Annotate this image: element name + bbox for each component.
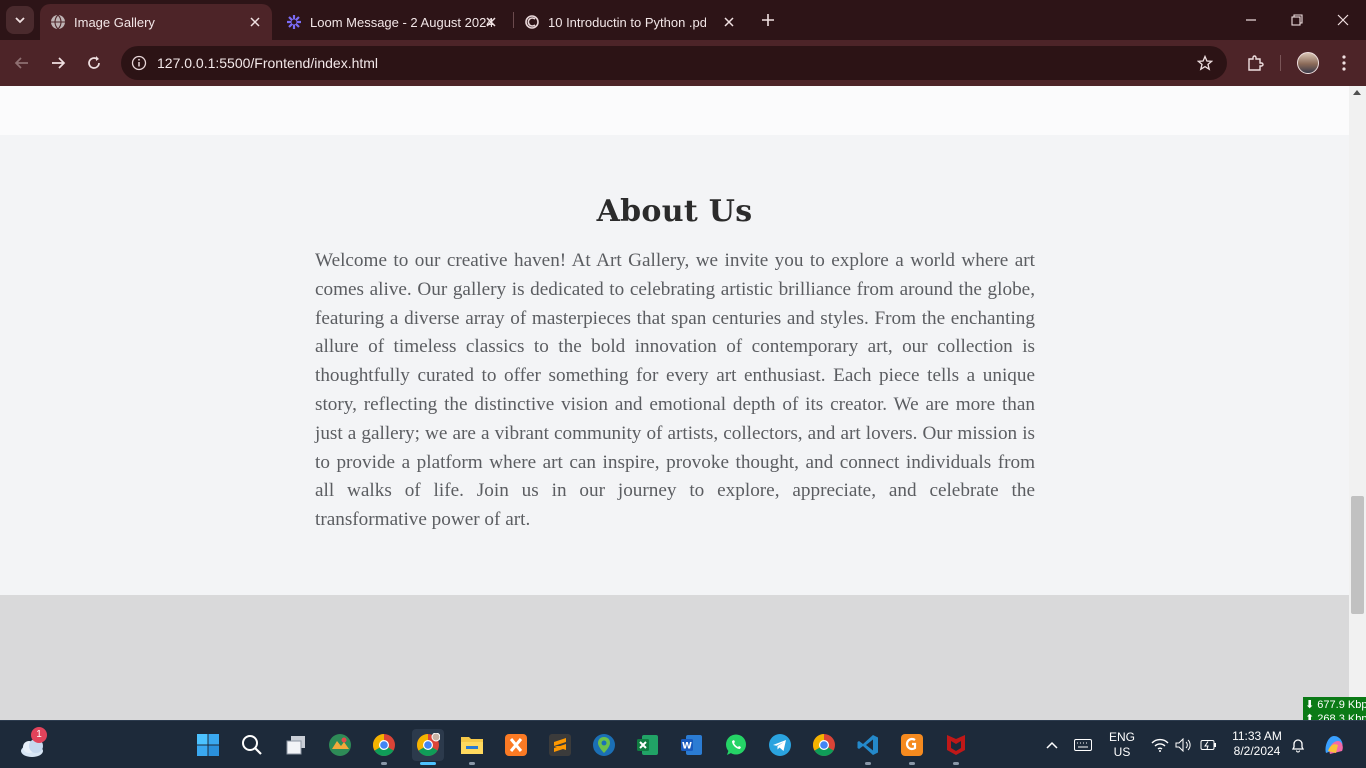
search-icon[interactable] [236, 729, 268, 761]
close-icon[interactable] [720, 13, 738, 31]
globe-icon [50, 14, 66, 30]
close-icon[interactable] [246, 13, 264, 31]
language-label: ENG [1108, 730, 1135, 744]
previous-section-band [0, 86, 1349, 135]
close-window-button[interactable] [1320, 0, 1366, 40]
url-text[interactable]: 127.0.0.1:5500/Frontend/index.html [157, 55, 378, 71]
mcafee-icon[interactable] [940, 729, 972, 765]
tab-title: Image Gallery [74, 14, 155, 30]
running-indicator [953, 762, 959, 765]
keyboard-icon[interactable] [1073, 735, 1093, 755]
file-explorer-icon[interactable] [456, 729, 488, 765]
wifi-icon[interactable] [1150, 735, 1170, 755]
windows-taskbar: W ENG US 11:33 AM 8/2/2024 [0, 720, 1366, 768]
reload-icon [88, 56, 100, 69]
clock[interactable]: 11:33 AM 8/2/2024 [1226, 729, 1288, 759]
chrome-icon[interactable] [808, 729, 840, 761]
tab-strip: Image Gallery Loom Message - 2 August 20… [0, 0, 1366, 40]
restore-icon [1291, 14, 1303, 26]
sublime-text-icon[interactable] [544, 729, 576, 761]
input-language[interactable]: ENG US [1106, 730, 1138, 760]
bookmark-star-icon[interactable] [1195, 53, 1215, 73]
copilot-icon[interactable] [324, 729, 356, 761]
location-app-icon[interactable] [588, 729, 620, 761]
excel-icon[interactable] [632, 729, 664, 761]
running-indicator [381, 762, 387, 765]
vscode-icon[interactable] [852, 729, 884, 765]
copilot-pre-icon[interactable] [1322, 733, 1346, 757]
minimize-button[interactable] [1228, 0, 1274, 40]
chevron-down-icon [15, 17, 25, 24]
tab-title: Loom Message - 2 August 2024 [310, 14, 494, 30]
region-label: US [1113, 745, 1131, 759]
next-section-band [0, 595, 1349, 720]
about-heading: About Us [596, 194, 753, 229]
chevron-up-icon[interactable] [1042, 735, 1062, 755]
page-viewport: About Us Welcome to our creative haven! … [0, 86, 1366, 720]
whatsapp-icon[interactable] [720, 729, 752, 761]
tab-loom-message[interactable]: Loom Message - 2 August 2024 [276, 4, 508, 40]
scroll-thumb[interactable] [1351, 496, 1364, 614]
scroll-up-arrow-icon[interactable] [1353, 90, 1361, 95]
clock-time: 11:33 AM [1232, 729, 1282, 743]
plus-icon [762, 14, 774, 26]
task-view-icon[interactable] [280, 729, 312, 761]
restore-button[interactable] [1274, 0, 1320, 40]
telegram-icon[interactable] [764, 729, 796, 761]
close-icon [1337, 14, 1349, 26]
close-icon[interactable] [482, 13, 500, 31]
reload-button[interactable] [78, 47, 110, 79]
download-arrow-icon: ⬇ [1305, 699, 1315, 711]
running-indicator [420, 762, 436, 765]
chrome-profile-icon[interactable] [412, 729, 444, 765]
tab-search-button[interactable] [6, 6, 34, 34]
browser-toolbar: 127.0.0.1:5500/Frontend/index.html [0, 40, 1366, 86]
address-bar[interactable]: 127.0.0.1:5500/Frontend/index.html [121, 46, 1227, 80]
loom-icon [286, 14, 302, 30]
about-text: Welcome to our creative haven! At Art Ga… [315, 250, 1035, 531]
more-menu-icon[interactable] [1332, 51, 1356, 75]
site-info-icon[interactable] [129, 53, 149, 73]
copilot-pdf-icon [524, 14, 540, 30]
toolbar-separator [1280, 55, 1281, 71]
running-indicator [909, 762, 915, 765]
back-button[interactable] [6, 47, 38, 79]
about-section: About Us Welcome to our creative haven! … [0, 135, 1349, 595]
extensions-icon[interactable] [1243, 51, 1267, 75]
chrome-icon[interactable] [368, 729, 400, 765]
page-scrollbar[interactable] [1349, 86, 1366, 720]
start-icon[interactable] [192, 729, 224, 761]
download-speed: 677.9 Kbps [1317, 699, 1366, 711]
weather-notification-badge: 1 [31, 727, 47, 743]
tab-image-gallery[interactable]: Image Gallery [40, 4, 272, 40]
notification-bell-icon[interactable] [1288, 735, 1308, 755]
clock-date: 8/2/2024 [1233, 744, 1281, 758]
new-tab-button[interactable] [756, 8, 780, 32]
svg-text:W: W [682, 742, 692, 752]
arrow-right-icon [52, 57, 66, 69]
tab-title: 10 Introductin to Python .pdf - [548, 14, 706, 30]
running-indicator [865, 762, 871, 765]
battery-icon[interactable] [1198, 735, 1218, 755]
volume-icon[interactable] [1174, 735, 1194, 755]
profile-avatar[interactable] [1297, 52, 1319, 74]
forward-button[interactable] [42, 47, 74, 79]
minimize-icon [1246, 19, 1256, 21]
pdf-editor-icon[interactable] [896, 729, 928, 765]
word-icon[interactable]: W [676, 729, 708, 761]
running-indicator [469, 762, 475, 765]
xampp-icon[interactable] [500, 729, 532, 761]
arrow-left-icon [14, 57, 28, 69]
tab-python-pdf[interactable]: 10 Introductin to Python .pdf - [514, 4, 746, 40]
